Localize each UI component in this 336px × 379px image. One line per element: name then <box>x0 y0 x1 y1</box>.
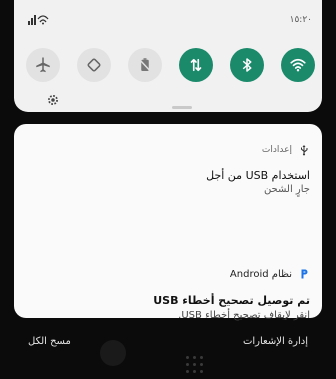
airplane-icon <box>36 57 50 73</box>
app-grid-icon <box>186 356 206 376</box>
clear-all-button[interactable]: مسح الكل <box>28 336 71 347</box>
tile-mobile-data[interactable] <box>179 48 213 82</box>
tile-wifi[interactable] <box>281 48 315 82</box>
clock: ١٥:٢٠ <box>289 15 312 25</box>
tile-battery-saver[interactable] <box>128 48 162 82</box>
wifi-icon <box>290 58 306 72</box>
notification-actions-bar: مسح الكل إدارة الإشعارات <box>14 318 322 379</box>
notification-card: إعدادات استخدام USB من أجل جارٍ الشحن نظ… <box>14 124 322 321</box>
signal-status <box>28 13 52 28</box>
rotate-icon <box>87 58 101 72</box>
signal-icon <box>28 15 49 25</box>
bluetooth-icon <box>242 58 252 72</box>
manage-notifications-button[interactable]: إدارة الإشعارات <box>243 336 308 347</box>
mobile-data-icon <box>190 58 202 72</box>
android-system-icon <box>301 269 308 279</box>
settings-gear-icon[interactable] <box>46 93 60 107</box>
debug-app-label: نظام Android <box>229 268 292 280</box>
usb-notification-header[interactable]: إعدادات <box>262 144 310 156</box>
usb-app-label: إعدادات <box>261 145 292 155</box>
tile-auto-rotate[interactable] <box>77 48 111 82</box>
quick-settings-panel: ١٥:٢٠ <box>14 0 322 112</box>
usb-icon <box>301 145 308 156</box>
quick-tiles <box>26 48 316 82</box>
debug-notification-header[interactable]: نظام Android <box>230 268 310 280</box>
tile-airplane-mode[interactable] <box>26 48 60 82</box>
debug-notification-title[interactable]: تم توصيل تصحيح أخطاء USB <box>153 294 310 307</box>
drag-handle[interactable] <box>172 106 192 109</box>
tile-bluetooth[interactable] <box>230 48 264 82</box>
battery-saver-icon <box>139 58 151 72</box>
usb-notification-subtitle: جارٍ الشحن <box>263 184 310 195</box>
usb-notification-title[interactable]: استخدام USB من أجل <box>206 169 310 182</box>
